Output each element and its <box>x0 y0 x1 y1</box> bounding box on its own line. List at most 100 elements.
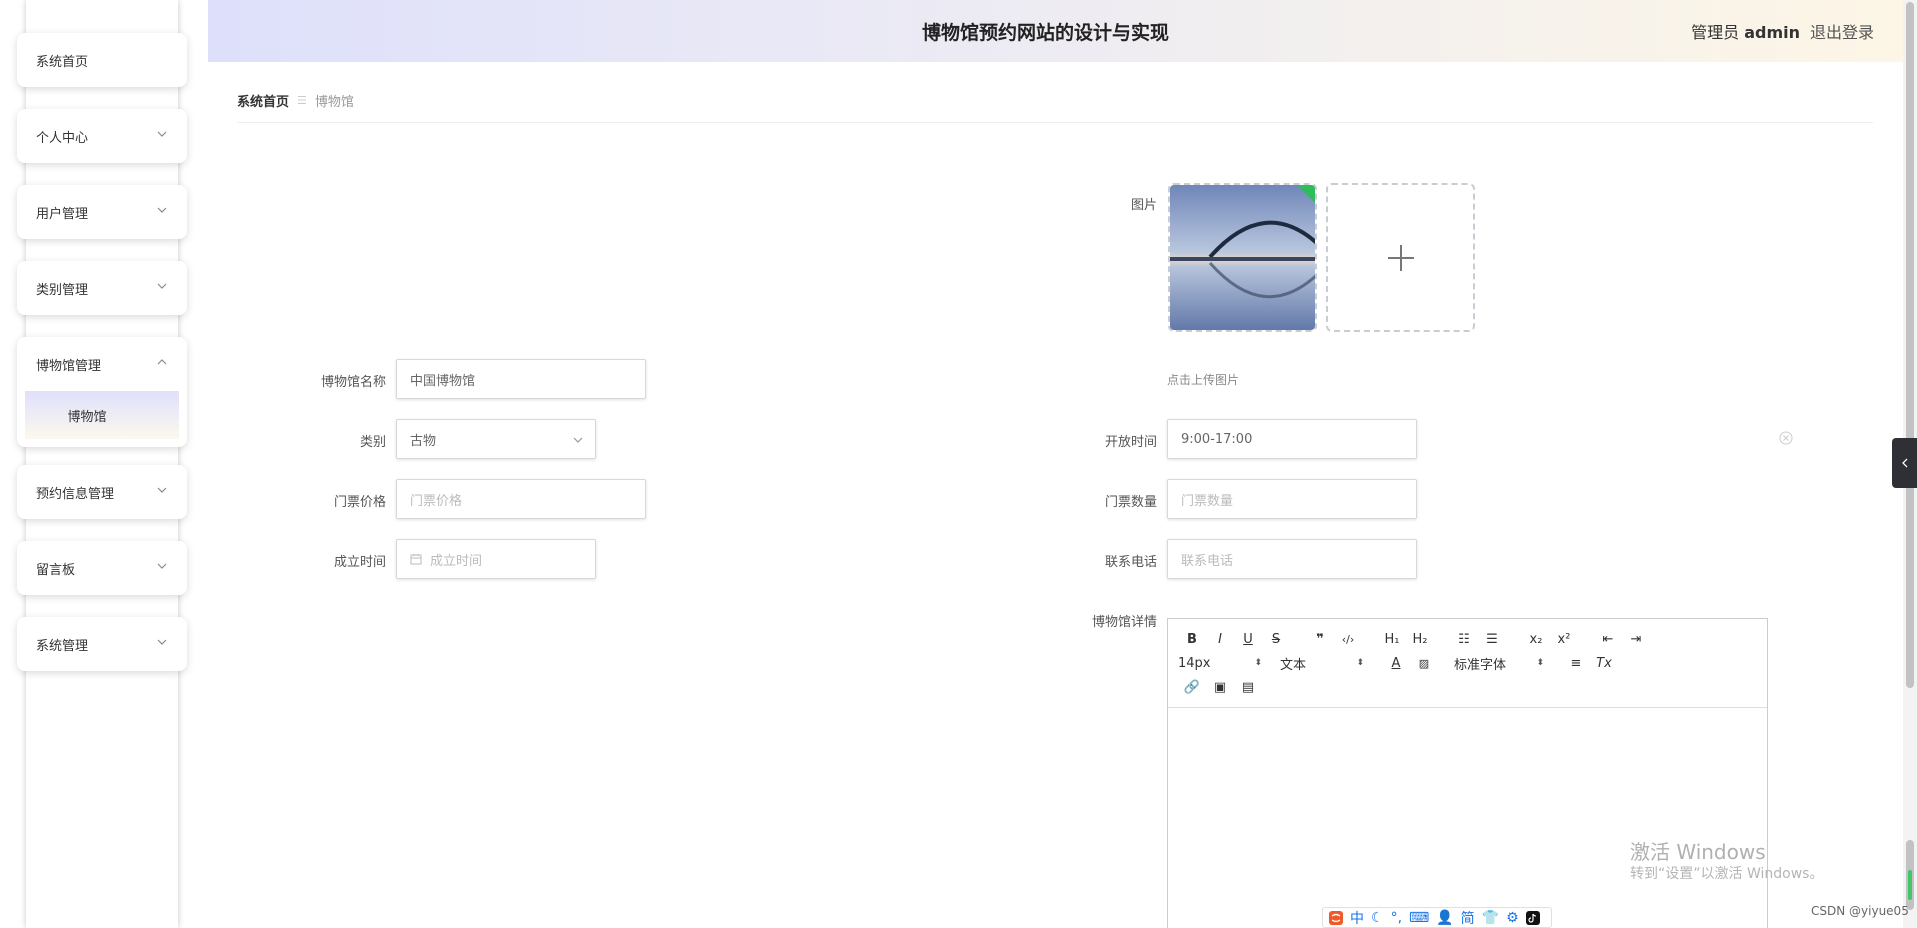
founded-date-placeholder: 成立时间 <box>430 553 483 569</box>
blockquote-icon[interactable]: ❞ <box>1306 632 1334 647</box>
settings-gear-icon[interactable]: ⚙ <box>1506 910 1519 926</box>
moon-icon[interactable]: ☾ <box>1371 910 1384 926</box>
app-title: 博物馆预约网站的设计与实现 <box>921 22 1169 44</box>
scrollbar-marker <box>1908 870 1912 900</box>
ticket-price-placeholder: 门票价格 <box>410 493 463 509</box>
phone-input[interactable]: 联系电话 <box>1167 539 1417 579</box>
chevron-down-icon <box>573 437 583 443</box>
font-size-select[interactable]: 14px ⬍ <box>1178 656 1262 671</box>
punctuation-icon[interactable]: °, <box>1391 910 1402 926</box>
chevron-down-icon <box>157 563 167 569</box>
chevron-down-icon <box>157 487 167 493</box>
phone-placeholder: 联系电话 <box>1181 553 1234 569</box>
ticket-count-input[interactable]: 门票数量 <box>1167 479 1417 519</box>
open-time-label: 开放时间 <box>1104 435 1157 450</box>
sidebar-item-label: 个人中心 <box>36 130 89 146</box>
plus-icon <box>1387 244 1414 271</box>
sidebar-item-reservation-management[interactable]: 预约信息管理 <box>17 465 187 519</box>
details-label: 博物馆详情 <box>1091 615 1157 630</box>
logout-link[interactable]: 退出登录 <box>1810 19 1874 43</box>
background-color-icon[interactable]: ▨ <box>1410 657 1438 670</box>
chevron-down-icon <box>157 131 167 137</box>
category-select[interactable]: 古物 <box>396 419 596 459</box>
italic-icon[interactable]: I <box>1206 632 1234 647</box>
sidebar-item-label: 留言板 <box>36 562 76 578</box>
ime-simplified-toggle[interactable]: 简 <box>1461 908 1475 928</box>
ime-toolbar: 中 ☾ °, ⌨ 👤 简 👕 ⚙ <box>1322 907 1552 928</box>
bold-icon[interactable]: B <box>1178 632 1206 647</box>
chevron-down-icon <box>157 283 167 289</box>
sidebar-item-system-management[interactable]: 系统管理 <box>17 617 187 671</box>
strikethrough-icon[interactable]: S <box>1262 632 1290 647</box>
chevron-up-icon <box>157 359 167 365</box>
superscript-icon[interactable]: x² <box>1550 632 1578 647</box>
breadcrumb-separator-icon: ☰ <box>297 94 307 107</box>
ime-lang-toggle[interactable]: 中 <box>1350 908 1364 928</box>
breadcrumb: 系统首页 ☰ 博物馆 <box>237 91 354 110</box>
chevron-down-icon <box>157 207 167 213</box>
indent-icon[interactable]: ⇥ <box>1622 632 1650 647</box>
sidebar-group-header[interactable]: 博物馆管理 <box>17 337 187 391</box>
font-color-icon[interactable]: A <box>1382 656 1410 671</box>
price-label: 门票价格 <box>333 495 386 510</box>
breadcrumb-home[interactable]: 系统首页 <box>237 91 289 110</box>
phone-label: 联系电话 <box>1104 555 1157 570</box>
sidebar-subitem-label: 博物馆 <box>67 409 107 425</box>
outdent-icon[interactable]: ⇤ <box>1594 632 1622 647</box>
top-header: 博物馆预约网站的设计与实现 管理员 admin 退出登录 <box>208 0 1903 62</box>
clear-format-icon[interactable]: Tx <box>1590 656 1618 671</box>
breadcrumb-current: 博物馆 <box>314 95 354 110</box>
keyboard-icon[interactable]: ⌨ <box>1409 910 1429 926</box>
user-role: 管理员 admin <box>1691 23 1800 42</box>
calendar-icon <box>410 554 422 565</box>
video-icon[interactable]: ▤ <box>1234 680 1262 695</box>
collapse-panel-button[interactable] <box>1892 438 1917 488</box>
ordered-list-icon[interactable]: ☷ <box>1450 632 1478 647</box>
founded-label: 成立时间 <box>333 555 386 570</box>
museum-name-input[interactable]: 中国博物馆 <box>396 359 646 399</box>
csdn-watermark: CSDN @yiyue05 <box>1811 904 1909 918</box>
sidebar-item-label: 预约信息管理 <box>36 486 115 502</box>
user-icon[interactable]: 👤 <box>1436 910 1453 926</box>
tiktok-icon[interactable] <box>1525 910 1540 925</box>
subscript-icon[interactable]: x₂ <box>1522 632 1550 647</box>
editor-content-area[interactable] <box>1168 708 1767 928</box>
underline-icon[interactable]: U <box>1234 632 1262 647</box>
scrollbar-thumb[interactable] <box>1906 2 1914 688</box>
image-label: 图片 <box>1130 198 1157 213</box>
windows-activation-title: 激活 Windows <box>1630 840 1766 864</box>
sidebar-subitem-museum[interactable]: 博物馆 <box>25 391 179 439</box>
museum-name-value: 中国博物馆 <box>410 373 476 389</box>
user-area: 管理员 admin 退出登录 <box>1691 19 1874 43</box>
ticket-price-input[interactable]: 门票价格 <box>396 479 646 519</box>
breadcrumb-divider <box>237 122 1873 123</box>
image-icon[interactable]: ▣ <box>1206 680 1234 695</box>
code-icon[interactable]: ‹/› <box>1334 633 1362 646</box>
heading2-icon[interactable]: H₂ <box>1406 632 1434 647</box>
bullet-list-icon[interactable]: ☰ <box>1478 632 1506 647</box>
skin-icon[interactable]: 👕 <box>1482 910 1499 926</box>
upload-hint: 点击上传图片 <box>1167 373 1240 387</box>
sidebar-item-personal-center[interactable]: 个人中心 <box>17 109 187 163</box>
founded-date-picker[interactable]: 成立时间 <box>396 539 596 579</box>
ticket-count-label: 门票数量 <box>1104 495 1157 510</box>
link-icon[interactable]: 🔗 <box>1178 680 1206 695</box>
font-family-select[interactable]: 标准字体 ⬍ <box>1454 654 1544 673</box>
open-time-input[interactable]: 9:00-17:00 <box>1167 419 1417 459</box>
heading1-icon[interactable]: H₁ <box>1378 632 1406 647</box>
editor-toolbar: B I U S ❞ ‹/› H₁ H₂ ☷ ☰ x₂ x² ⇤ ⇥ 14px ⬍ … <box>1168 619 1767 708</box>
sidebar-item-category-management[interactable]: 类别管理 <box>17 261 187 315</box>
bridge-photo <box>1170 185 1315 330</box>
sidebar-item-label: 类别管理 <box>36 282 89 298</box>
clear-icon[interactable] <box>1779 431 1793 445</box>
ticket-count-placeholder: 门票数量 <box>1181 493 1234 509</box>
sidebar-item-home[interactable]: 系统首页 <box>17 33 187 87</box>
upload-image-button[interactable] <box>1326 183 1475 332</box>
align-icon[interactable]: ≡ <box>1562 656 1590 671</box>
sidebar-item-user-management[interactable]: 用户管理 <box>17 185 187 239</box>
uploaded-image-thumbnail[interactable] <box>1168 183 1317 332</box>
sidebar-item-museum-management: 博物馆管理 博物馆 <box>17 337 187 447</box>
paragraph-select[interactable]: 文本 ⬍ <box>1280 654 1364 673</box>
sidebar-item-message-board[interactable]: 留言板 <box>17 541 187 595</box>
sogou-logo-icon[interactable] <box>1329 910 1343 925</box>
